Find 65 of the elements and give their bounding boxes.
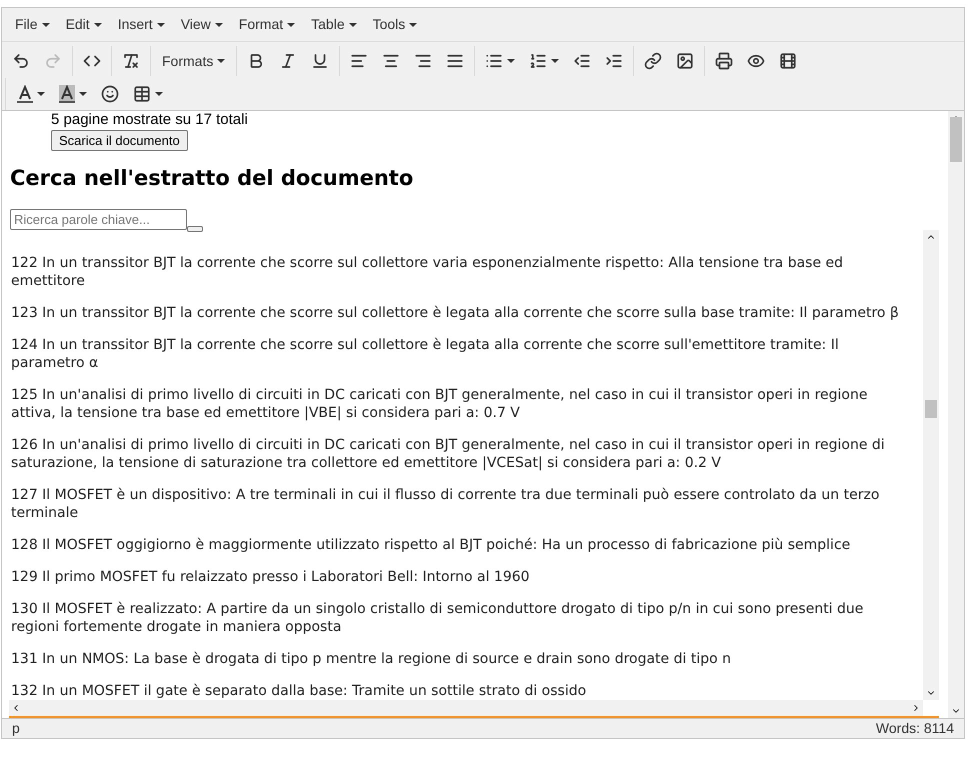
underline-icon [311,52,330,70]
editor-scroll-thumb[interactable] [950,117,962,162]
horizontal-scrollbar[interactable] [9,700,923,716]
clear-formatting-icon [122,52,140,70]
menu-item[interactable]: Edit [58,14,110,35]
menu-item[interactable]: File [7,14,58,35]
menu-item[interactable]: Insert [110,14,173,35]
scroll-thumb[interactable] [925,400,937,418]
result-paragraph: 122 In un transsitor BJT la corrente che scorre sul collettore varia esponenzialmente rispetto: Alla tensione tra base ed emettitore [11,254,844,290]
table-icon [133,85,151,103]
align-center-icon [382,52,400,70]
pages-note: 5 pagine mostrate su 17 totali [51,111,249,129]
element-path[interactable]: p [12,718,20,739]
result-paragraph: 129 Il primo MOSFET fu relaizzato presso i Laboratori Bell: Intorno al 1960 [11,568,531,586]
caret-icon [94,22,102,26]
search-button[interactable] [187,226,203,232]
caret-icon [217,59,226,63]
scrollbar[interactable] [923,230,939,700]
result-paragraph: 124 In un transsitor BJT la corrente che scorre sul collettore è legata alla corrente che scorre sull'emettitore tramite: Il parametro α [11,336,840,372]
redo-icon [44,52,62,70]
print-icon [715,52,734,70]
caret-icon [287,22,296,26]
outdent-icon [573,52,592,70]
align-left-icon [350,52,368,70]
align-right-icon [414,52,432,70]
menu-item[interactable]: View [172,14,231,35]
emoticons-icon [101,85,119,103]
highlight-color-icon [59,85,75,103]
caret-icon [507,59,516,63]
result-paragraph: 130 Il MOSFET è realizzato: A partire da un singolo cristallo di semiconduttore drogato di tipo p/n in cui sono presenti due regioni fortemente drogate in maniera opposta [11,600,864,636]
result-paragraph: 131 In un NMOS: La base è drogata di tipo p mentre la regione di source e drain sono drogate di tipo n [11,650,732,668]
menu-item[interactable]: Table [303,14,365,35]
numbered-list-icon [529,52,548,70]
preview-icon [747,52,766,70]
result-paragraph: 132 In un MOSFET il gate è separato dalla base: Tramite un sottile strato di ossido [11,682,588,700]
result-paragraph: 123 In un transsitor BJT la corrente che scorre sul collettore è legata alla corrente che scorre sulla base tramite: Il parametro β [11,304,900,322]
image-icon [676,52,694,70]
word-count: Words: 8114 [876,719,954,738]
menu-item[interactable]: Format [230,14,304,35]
caret-icon [42,22,50,26]
caret-icon [348,22,357,26]
undo-icon [12,52,30,70]
media-icon [779,52,798,70]
caret-icon [214,22,223,26]
search-field[interactable]: Ricerca parole chiave... [10,208,187,230]
menu-item[interactable]: Tools [364,14,426,35]
result-paragraph: 128 Il MOSFET oggigiorno è maggiormente utilizzato rispetto al BJT poiché: Ha un processo di fabricazione più semplice [11,536,852,554]
formats-dropdown[interactable]: Formats [154,50,234,72]
download-button[interactable]: Scarica il documento [51,130,188,151]
result-paragraph: 127 Il MOSFET è un dispositivo: A tre terminali in cui il flusso di corrente tra due terminali può essere controlato da un terzo terminale [11,486,880,522]
caret-icon [79,92,87,96]
link-icon [644,52,662,70]
caret-icon [156,22,165,26]
editor-scrollbar[interactable] [948,111,964,718]
result-paragraph: 126 In un'analisi di primo livello di circuiti in DC caricati con BJT generalmente, nel caso in cui il transistor operi in regione di saturazione, la tensione di saturazione tra collettore ed emettitore |VCESat| si considera pari a: 0.2 V [11,436,886,472]
section-heading: Cerca nell'estratto del documento [9,165,414,192]
caret-icon [409,22,418,26]
text-color-icon [17,85,33,103]
bullet-list-icon [485,52,504,70]
indent-icon [605,52,624,70]
caret-icon [37,92,45,96]
caret-icon [551,59,560,63]
caret-icon [155,92,163,96]
result-paragraph: 125 In un'analisi di primo livello di circuiti in DC caricati con BJT generalmente, nel caso in cui il transistor operi in regione attiva, la tensione tra base ed emettitore |VBE| si considera pari a: 0.7 V [11,386,868,422]
justify-icon [446,52,464,70]
